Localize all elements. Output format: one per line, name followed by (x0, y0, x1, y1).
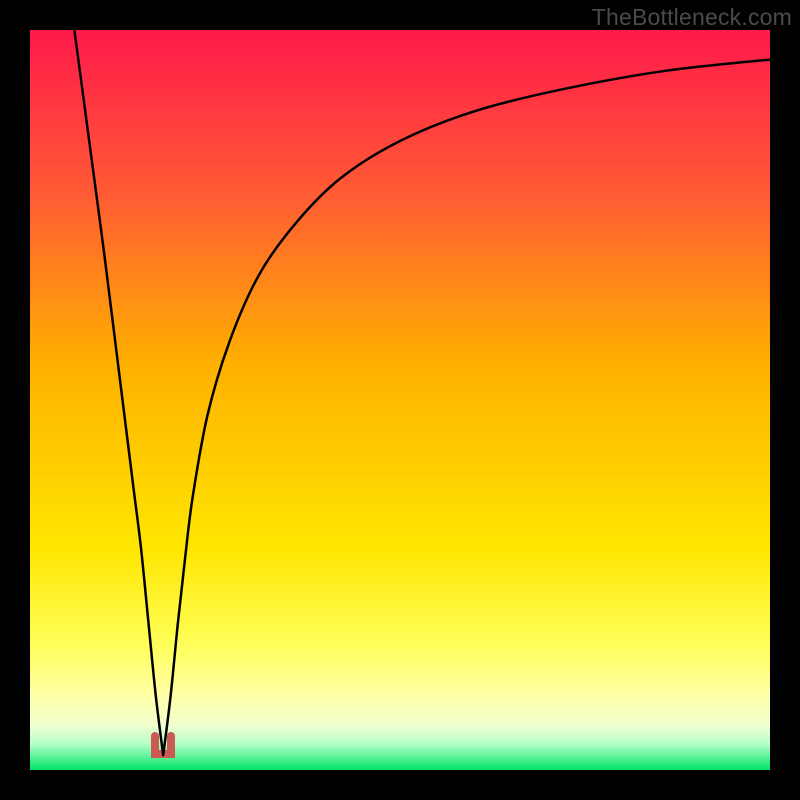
plot-area (30, 30, 770, 770)
watermark-text: TheBottleneck.com (592, 4, 792, 31)
chart-frame: TheBottleneck.com (0, 0, 800, 800)
bottleneck-curve (30, 30, 770, 770)
